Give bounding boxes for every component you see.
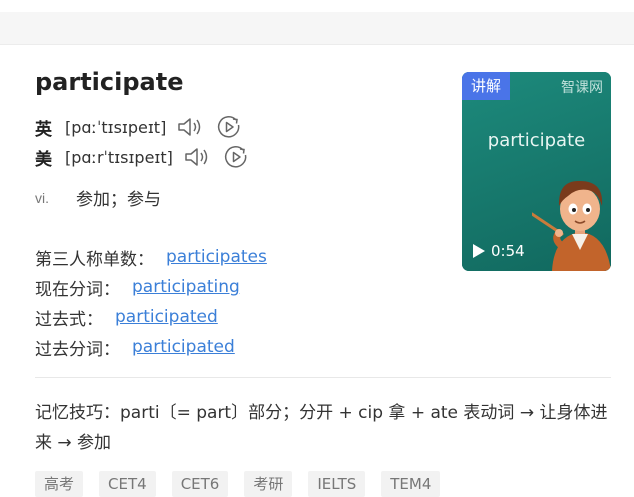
exam-tag[interactable]: TEM4 [381, 471, 441, 497]
exam-tag[interactable]: IELTS [308, 471, 366, 497]
form-label: 过去式： [35, 309, 103, 330]
pronunciation-uk-phonetic: [pɑːˈtɪsɪpeɪt] [65, 117, 167, 137]
word-title: participate [35, 68, 184, 96]
play-icon[interactable] [472, 243, 486, 259]
form-past-participle: 过去分词： participated [35, 332, 267, 362]
memory-tip: 记忆技巧：parti〔= part〕部分；分开 + cip 拿 + ate 表动… [35, 403, 608, 453]
exam-tag[interactable]: 考研 [244, 471, 293, 497]
pronunciation-us-phonetic: [pɑːrˈtɪsɪpeɪt] [65, 147, 173, 167]
definition: vi. 参加；参与 [35, 185, 161, 211]
definition-pos: vi. [35, 189, 49, 206]
divider [35, 377, 611, 378]
pronunciation-uk: 英 [pɑːˈtɪsɪpeɪt] [35, 114, 242, 140]
form-label: 第三人称单数： [35, 249, 154, 270]
speaker-icon[interactable] [183, 145, 211, 169]
teacher-illustration [532, 180, 611, 271]
video-duration: 0:54 [491, 242, 525, 260]
form-present-participle: 现在分词： participating [35, 272, 267, 302]
video-card[interactable]: 讲解 智课网 participate 0:54 [462, 72, 611, 271]
replay-icon[interactable] [223, 144, 249, 170]
form-past-tense: 过去式： participated [35, 302, 267, 332]
definition-text: 参加；参与 [76, 190, 161, 210]
form-link[interactable]: participating [132, 277, 240, 297]
form-label: 过去分词： [35, 339, 120, 360]
pronunciation-us-flag: 美 [35, 149, 52, 170]
top-bar [0, 0, 634, 45]
form-link[interactable]: participates [166, 247, 267, 267]
video-tag: 讲解 [462, 72, 510, 100]
exam-tag[interactable]: 高考 [35, 471, 84, 497]
form-link[interactable]: participated [115, 307, 218, 327]
form-label: 现在分词： [35, 279, 120, 300]
exam-tag[interactable]: CET6 [171, 471, 229, 497]
exam-tag[interactable]: CET4 [99, 471, 156, 497]
replay-icon[interactable] [216, 114, 242, 140]
video-play[interactable]: 0:54 [472, 242, 525, 260]
video-word: participate [487, 130, 586, 151]
pronunciation-us: 美 [pɑːrˈtɪsɪpeɪt] [35, 144, 249, 170]
exam-tags: 高考 CET4 CET6 考研 IELTS TEM4 [35, 471, 456, 497]
form-link[interactable]: participated [132, 337, 235, 357]
word-forms: 第三人称单数： participates 现在分词： participating… [35, 242, 267, 362]
form-third-person: 第三人称单数： participates [35, 242, 267, 272]
video-brand: 智课网 [561, 80, 603, 96]
pronunciation-uk-flag: 英 [35, 119, 52, 140]
speaker-icon[interactable] [176, 115, 204, 139]
